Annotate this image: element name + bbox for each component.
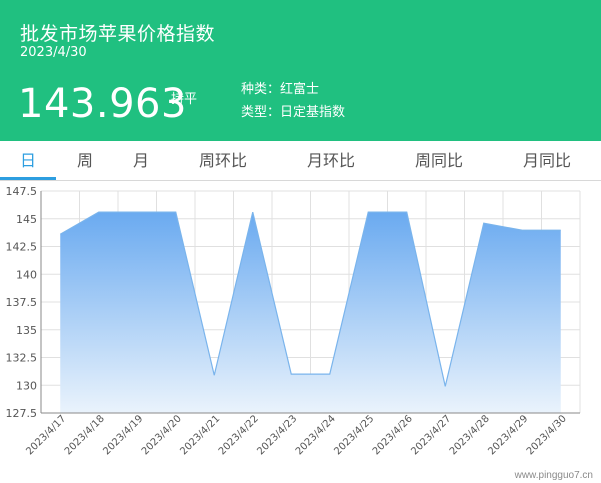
y-tick-label: 137.5 [6,296,38,309]
header-banner: 批发市场苹果价格指数 2023/4/30 143.963 持平 种类：红富士 类… [0,0,601,141]
variety-key: 种类： [241,82,281,97]
period-tabs: 日 周 月 周环比 月环比 周同比 月同比 [0,141,601,180]
data-point [290,373,293,376]
x-tick-label: 2023/4/26 [371,413,415,457]
data-point [136,211,139,214]
type-info: 类型：日定基指数 [241,101,345,120]
data-point [444,385,447,388]
data-point [174,211,177,214]
data-point [59,233,62,236]
x-tick-label: 2023/4/29 [486,413,530,457]
tab-month-year-on-year[interactable]: 月同比 [512,141,582,180]
y-tick-label: 127.5 [6,407,38,420]
tab-week[interactable]: 周 [62,141,108,180]
data-point [367,211,370,214]
data-point [213,374,216,377]
y-tick-label: 145 [16,213,37,226]
x-tick-label: 2023/4/19 [101,413,145,457]
index-value: 143.963 [18,81,187,127]
data-point [521,229,524,232]
x-tick-label: 2023/4/21 [178,413,222,457]
data-point [559,229,562,232]
x-tick-label: 2023/4/30 [525,413,569,457]
x-tick-label: 2023/4/18 [63,413,107,457]
y-tick-label: 140 [16,268,37,281]
x-tick-label: 2023/4/22 [217,413,261,457]
x-tick-label: 2023/4/20 [140,413,184,457]
x-tick-label: 2023/4/23 [255,413,299,457]
data-point [405,211,408,214]
variety-value: 红富士 [280,82,320,97]
tab-month-on-month[interactable]: 月环比 [296,141,366,180]
trend-label: 持平 [171,92,198,107]
type-key: 类型： [241,105,281,120]
variety-info: 种类：红富士 [241,78,319,97]
x-tick-label: 2023/4/28 [448,413,492,457]
y-tick-label: 147.5 [6,185,38,198]
y-tick-label: 142.5 [6,241,38,254]
date-label: 2023/4/30 [20,45,87,60]
y-tick-label: 132.5 [6,352,38,365]
x-tick-label: 2023/4/25 [332,413,376,457]
tab-month[interactable]: 月 [118,141,164,180]
data-point [328,373,331,376]
type-value: 日定基指数 [280,105,346,120]
watermark: www.pingguo7.cn [514,470,593,481]
data-point [97,211,100,214]
tab-day[interactable]: 日 [0,141,56,180]
x-tick-label: 2023/4/24 [294,413,338,457]
tab-week-on-week[interactable]: 周环比 [188,141,258,180]
data-point [482,222,485,225]
x-tick-label: 2023/4/27 [409,413,453,457]
page-title: 批发市场苹果价格指数 [20,23,216,45]
data-point [251,211,254,214]
y-tick-label: 130 [16,379,37,392]
y-tick-label: 135 [16,324,37,337]
tab-week-year-on-year[interactable]: 周同比 [404,141,474,180]
price-index-chart: 127.5 130 132.5 135 137.5 140 142.5 145 147.5 202… [6,185,581,457]
